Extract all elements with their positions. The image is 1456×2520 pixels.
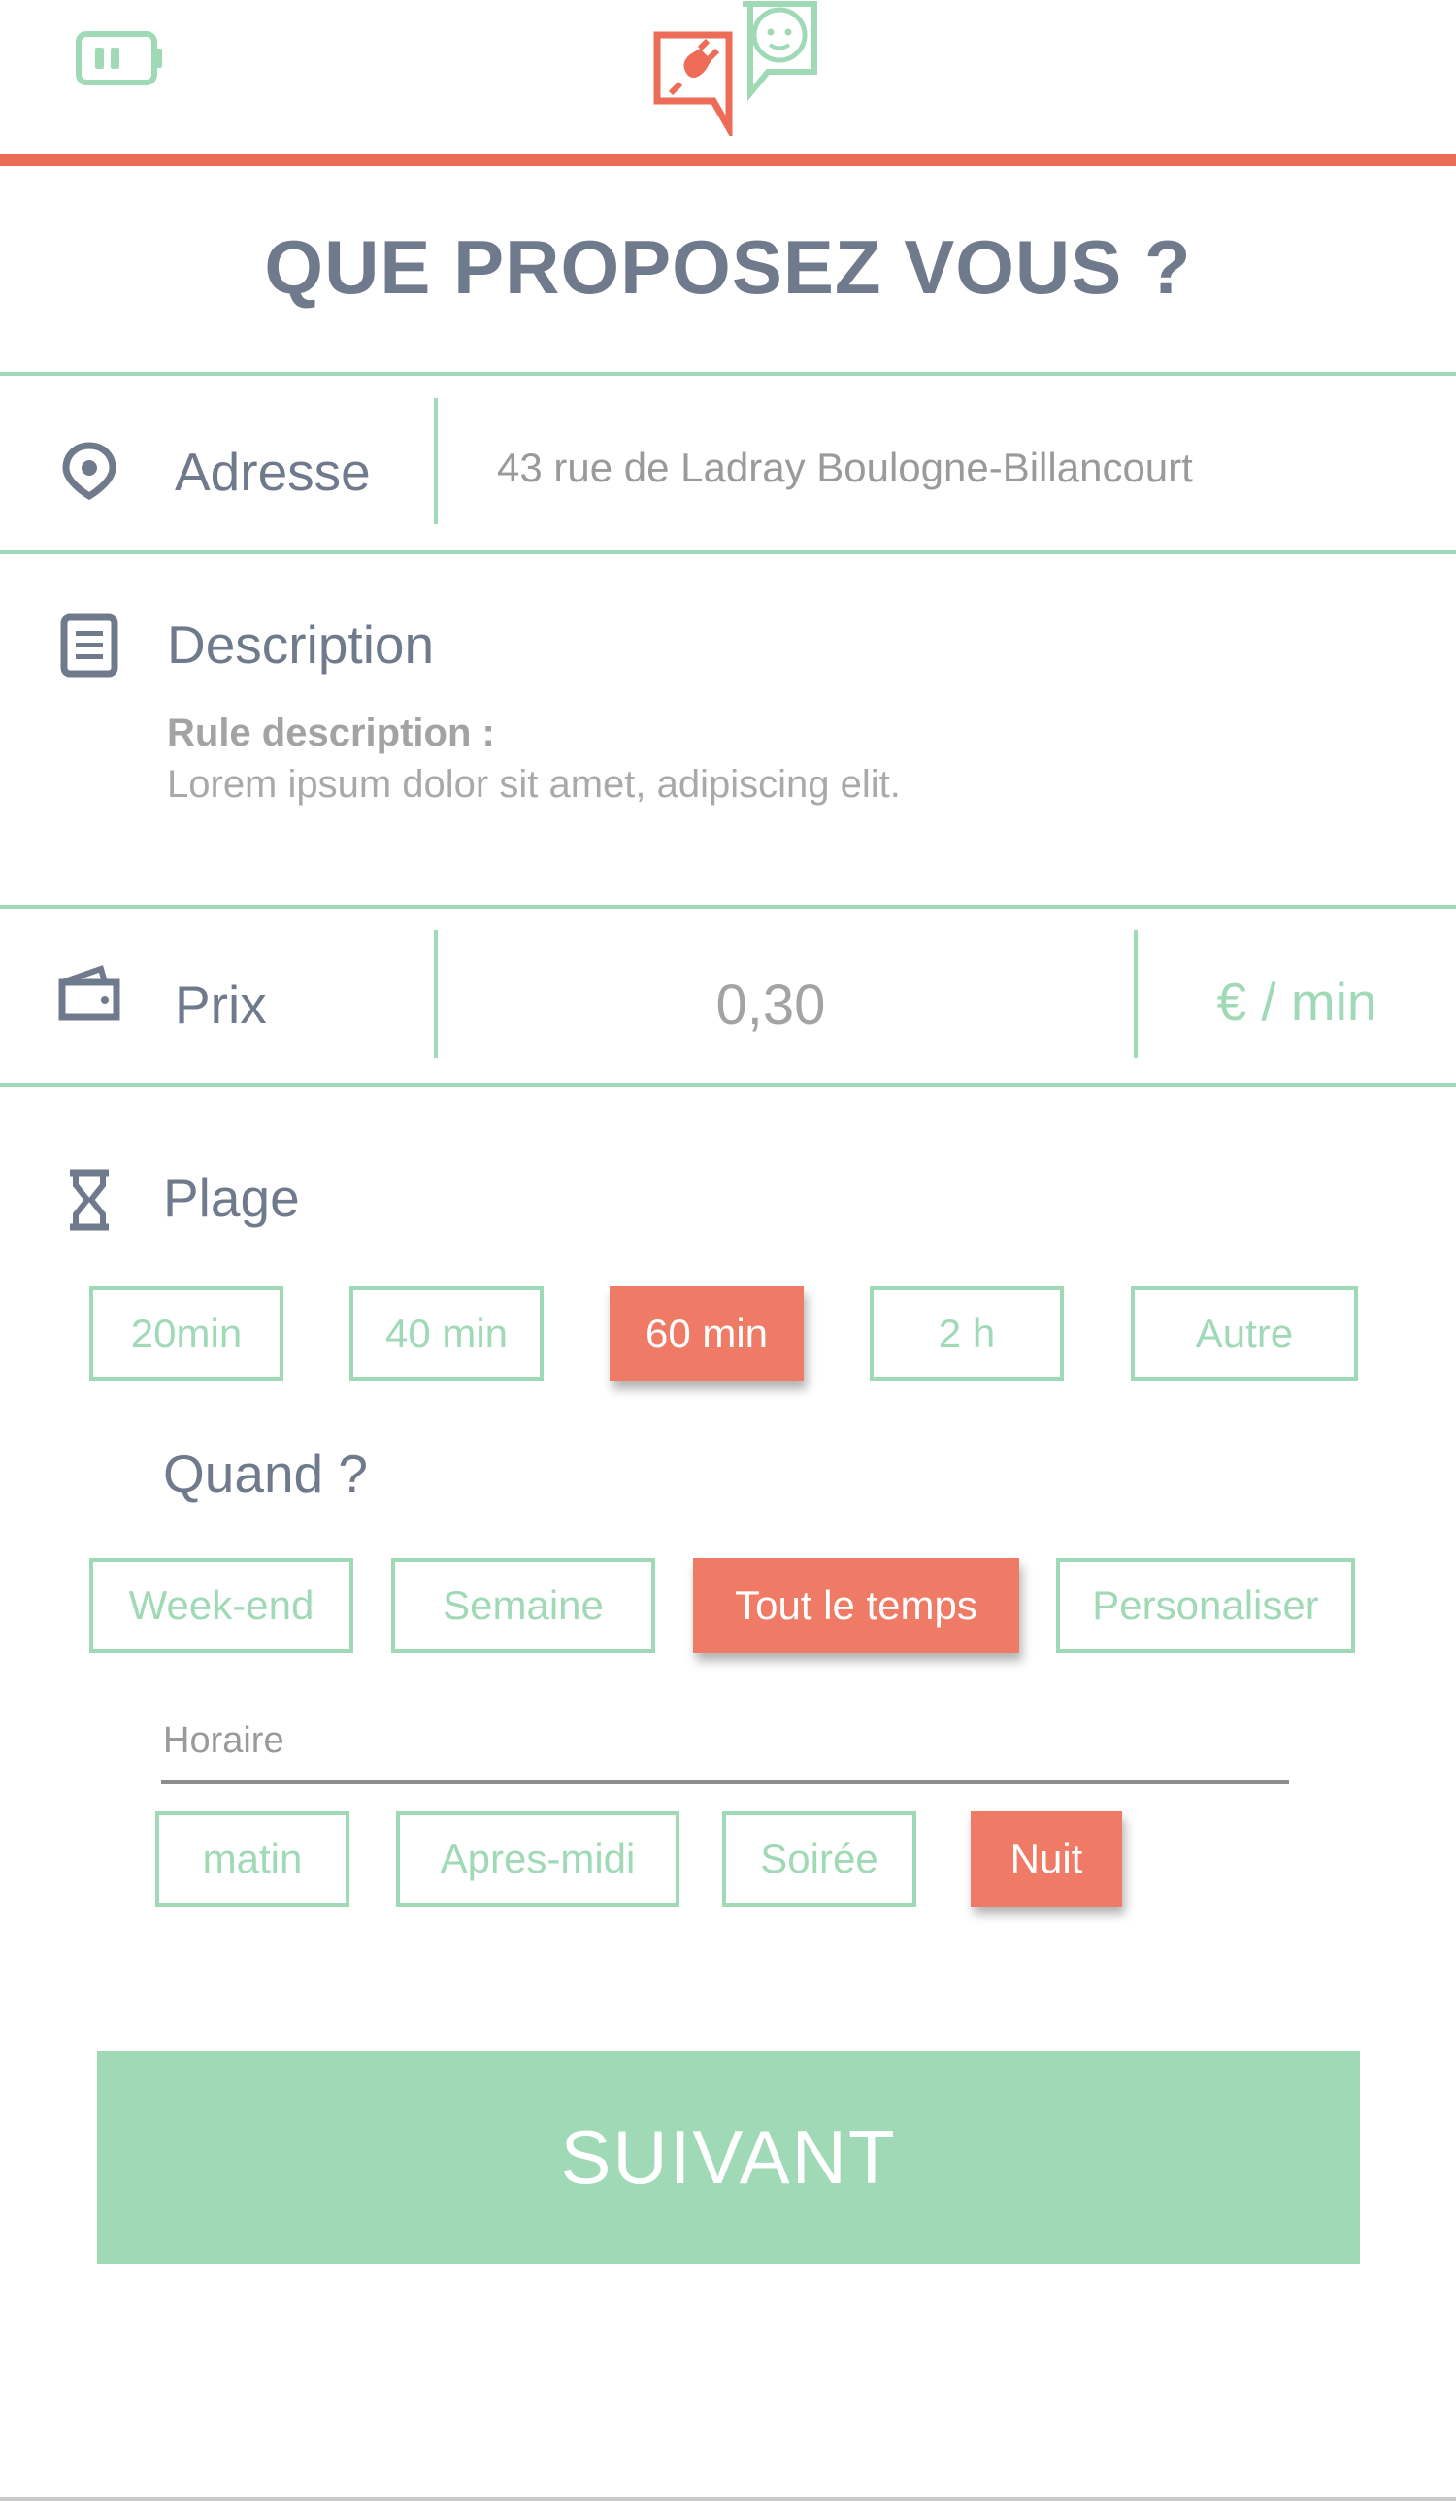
wallet-icon	[56, 965, 122, 1023]
app-header	[0, 0, 1456, 166]
plage-label: Plage	[163, 1168, 300, 1228]
bottom-divider	[0, 2497, 1456, 2501]
plage-option-20min[interactable]: 20min	[89, 1286, 283, 1381]
address-input[interactable]: 43 rue de Ladray Boulogne-Billancourt	[497, 445, 1193, 491]
header-accent-line	[0, 154, 1456, 166]
horaire-option-soiree[interactable]: Soirée	[722, 1811, 916, 1907]
description-label: Description	[167, 614, 435, 675]
description-subtitle: Rule description :	[167, 712, 495, 754]
quand-option-personaliser[interactable]: Personaliser	[1056, 1558, 1355, 1653]
hourglass-icon	[64, 1168, 115, 1232]
divider	[0, 905, 1456, 909]
horaire-underline	[161, 1780, 1289, 1784]
app-logo	[645, 0, 820, 142]
location-pin-icon	[60, 442, 118, 500]
plage-option-2h[interactable]: 2 h	[870, 1286, 1064, 1381]
plage-option-40min[interactable]: 40 min	[349, 1286, 544, 1381]
plug-bubble-icon	[653, 31, 733, 142]
socket-bubble-icon	[743, 1, 817, 102]
address-label: Adresse	[175, 442, 371, 502]
quand-option-week-end[interactable]: Week-end	[89, 1558, 353, 1653]
quand-option-semaine[interactable]: Semaine	[391, 1558, 655, 1653]
divider	[0, 550, 1456, 554]
battery-icon	[76, 31, 165, 85]
price-input[interactable]: 0,30	[437, 973, 1105, 1038]
horaire-label: Horaire	[163, 1720, 284, 1761]
plage-option-autre[interactable]: Autre	[1131, 1286, 1358, 1381]
horaire-option-apres-midi[interactable]: Apres-midi	[396, 1811, 679, 1907]
suivant-button[interactable]: SUIVANT	[97, 2051, 1360, 2264]
quand-label: Quand ?	[163, 1443, 369, 1504]
description-text[interactable]: Lorem ipsum dolor sit amet, adipiscing e…	[167, 763, 901, 807]
horaire-option-matin[interactable]: matin	[155, 1811, 349, 1907]
divider	[0, 372, 1456, 376]
quand-option-tout-le-temps[interactable]: Tout le temps	[693, 1558, 1019, 1653]
plage-option-60min[interactable]: 60 min	[610, 1286, 804, 1381]
price-unit: € / min	[1216, 972, 1377, 1032]
divider	[434, 398, 438, 524]
divider	[0, 1083, 1456, 1087]
price-label: Prix	[175, 975, 267, 1035]
document-icon	[60, 613, 118, 678]
horaire-option-nuit[interactable]: Nuit	[971, 1811, 1122, 1907]
page-title: QUE PROPOSEZ VOUS ?	[264, 224, 1192, 310]
